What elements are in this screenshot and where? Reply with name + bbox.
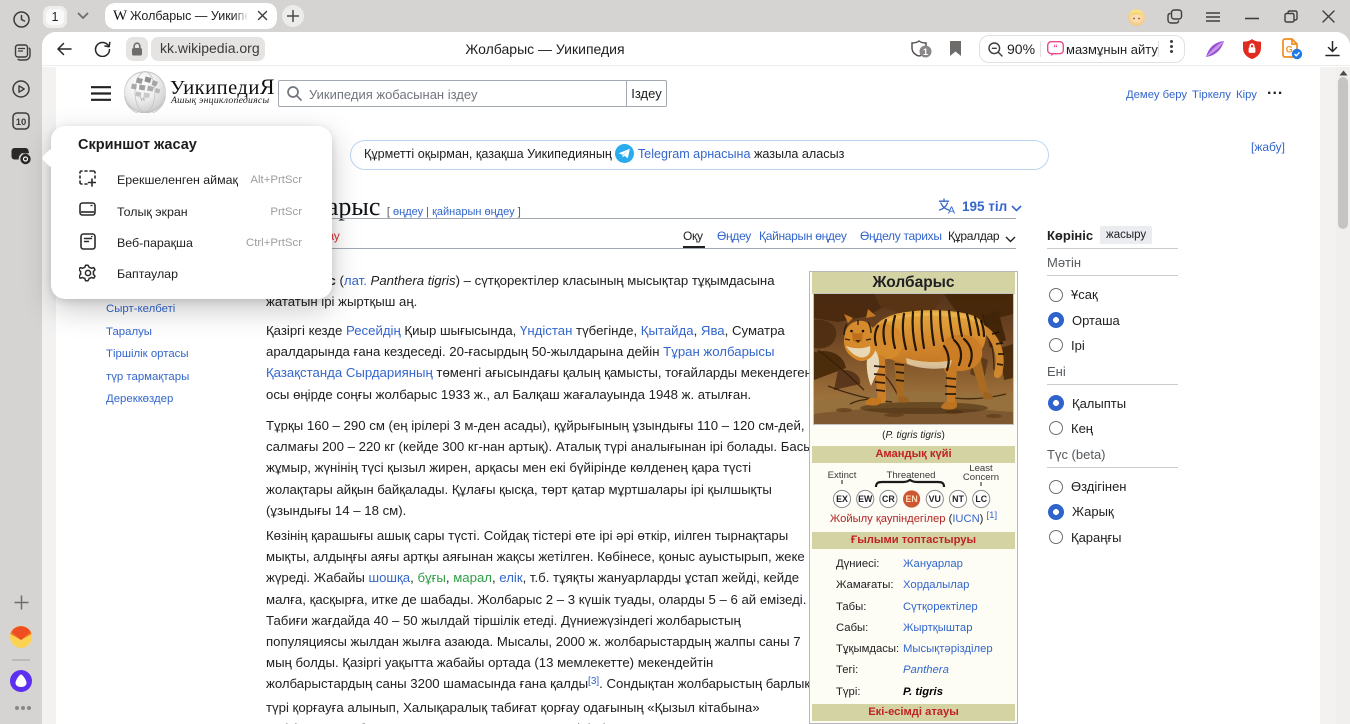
svg-text:W: W	[140, 96, 147, 103]
svg-text:LC: LC	[975, 494, 987, 504]
svg-text:EN: EN	[905, 494, 917, 504]
svg-text:Concern: Concern	[963, 472, 999, 483]
svg-text:10: 10	[16, 117, 27, 128]
svg-text:EX: EX	[836, 494, 848, 504]
svg-text:EW: EW	[858, 494, 873, 504]
svg-text:NT: NT	[952, 494, 964, 504]
svg-text:Extinct: Extinct	[828, 470, 857, 481]
svg-text:A: A	[948, 205, 955, 215]
svg-text:G: G	[1286, 45, 1293, 55]
svg-text:1: 1	[923, 47, 928, 57]
svg-text:VU: VU	[929, 494, 941, 504]
svg-text:“: “	[1053, 43, 1058, 53]
svg-text:CR: CR	[882, 494, 895, 504]
